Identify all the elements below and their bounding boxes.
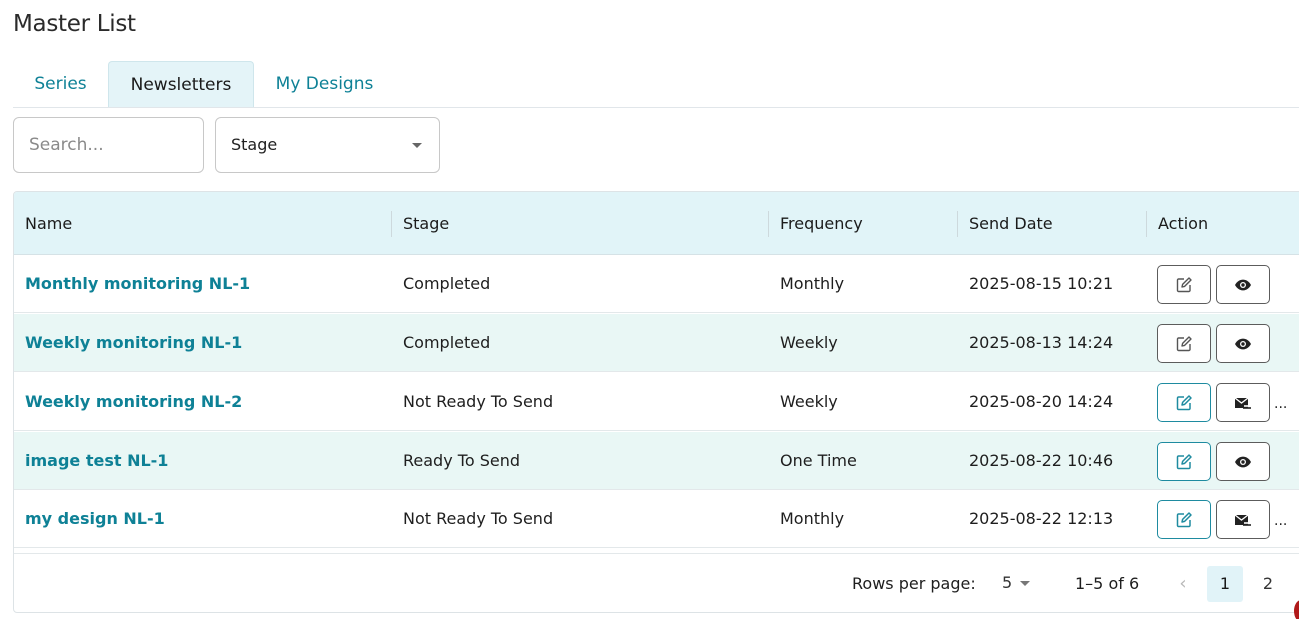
table-row: my design NL-1 Not Ready To Send Monthly… [14, 490, 1299, 548]
table-header: Name Stage Frequency Send Date Action [14, 192, 1299, 255]
table-row: Weekly monitoring NL-2 Not Ready To Send… [14, 373, 1299, 431]
send-mail-icon [1234, 396, 1251, 409]
tab-series[interactable]: Series [13, 61, 108, 107]
send-date-cell: 2025-08-22 10:46 [969, 451, 1114, 470]
stage-cell: Completed [403, 333, 491, 352]
column-header-name[interactable]: Name [14, 192, 72, 255]
pagination-footer: Rows per page: 5 1–5 of 6 ‹ 1 2 [14, 553, 1299, 612]
send-date-cell: 2025-08-20 14:24 [969, 392, 1114, 411]
chevron-down-icon [1020, 581, 1031, 586]
column-header-action: Action [1158, 214, 1209, 233]
rows-per-page-label: Rows per page: [852, 574, 976, 593]
tab-newsletters[interactable]: Newsletters [108, 61, 254, 107]
table-row: image test NL-1 Ready To Send One Time 2… [14, 432, 1299, 490]
send-button[interactable] [1216, 500, 1270, 539]
chevron-down-icon [412, 143, 422, 148]
newsletter-name-link[interactable]: Monthly monitoring NL-1 [14, 255, 250, 313]
stage-filter-select[interactable]: Stage [215, 117, 440, 173]
column-header-send-date[interactable]: Send Date [958, 192, 1053, 255]
edit-button[interactable] [1157, 500, 1211, 539]
page-button-2[interactable]: 2 [1250, 566, 1286, 602]
newsletter-name-link[interactable]: image test NL-1 [14, 432, 168, 490]
newsletter-table: Name Stage Frequency Send Date Action Mo… [13, 191, 1299, 613]
edit-icon [1176, 453, 1192, 469]
frequency-cell: Monthly [780, 509, 845, 528]
floating-widget[interactable] [1294, 600, 1299, 619]
edit-icon [1176, 335, 1192, 351]
preview-button[interactable] [1216, 324, 1270, 363]
rows-per-page-value: 5 [1002, 573, 1013, 592]
page-range: 1–5 of 6 [1075, 574, 1140, 593]
edit-button[interactable] [1157, 324, 1211, 363]
more-actions[interactable]: ... [1274, 373, 1287, 431]
frequency-cell: Weekly [780, 333, 838, 352]
page-button-1[interactable]: 1 [1207, 566, 1243, 602]
stage-cell: Ready To Send [403, 451, 520, 470]
search-input[interactable] [13, 117, 204, 173]
send-date-cell: 2025-08-15 10:21 [969, 274, 1114, 293]
frequency-cell: Monthly [780, 274, 845, 293]
stage-cell: Not Ready To Send [403, 509, 554, 528]
send-date-cell: 2025-08-22 12:13 [969, 509, 1114, 528]
send-date-cell: 2025-08-13 14:24 [969, 333, 1114, 352]
send-mail-icon [1234, 513, 1251, 526]
edit-icon [1176, 276, 1192, 292]
rows-per-page-select[interactable]: 5 [1002, 554, 1031, 612]
preview-button[interactable] [1216, 442, 1270, 481]
tab-bar: Series Newsletters My Designs [13, 61, 1299, 108]
edit-button[interactable] [1157, 442, 1211, 481]
chevron-left-icon: ‹ [1179, 573, 1187, 594]
eye-icon [1235, 456, 1251, 467]
table-row: Monthly monitoring NL-1 Completed Monthl… [14, 255, 1299, 313]
frequency-cell: One Time [780, 451, 857, 470]
column-header-stage[interactable]: Stage [392, 192, 449, 255]
edit-icon [1176, 394, 1192, 410]
edit-button[interactable] [1157, 265, 1211, 304]
preview-button[interactable] [1216, 265, 1270, 304]
more-actions[interactable]: ... [1274, 490, 1287, 548]
prev-page-button[interactable]: ‹ [1172, 573, 1194, 595]
eye-icon [1235, 338, 1251, 349]
send-button[interactable] [1216, 383, 1270, 422]
column-header-frequency[interactable]: Frequency [769, 192, 863, 255]
stage-filter-label: Stage [231, 135, 278, 154]
stage-cell: Completed [403, 274, 491, 293]
stage-cell: Not Ready To Send [403, 392, 554, 411]
tab-my-designs[interactable]: My Designs [254, 61, 395, 107]
page-title: Master List [13, 11, 136, 37]
edit-button[interactable] [1157, 383, 1211, 422]
newsletter-name-link[interactable]: Weekly monitoring NL-2 [14, 373, 242, 431]
newsletter-name-link[interactable]: Weekly monitoring NL-1 [14, 314, 242, 372]
table-row: Weekly monitoring NL-1 Completed Weekly … [14, 314, 1299, 372]
eye-icon [1235, 279, 1251, 290]
frequency-cell: Weekly [780, 392, 838, 411]
edit-icon [1176, 511, 1192, 527]
newsletter-name-link[interactable]: my design NL-1 [14, 490, 165, 548]
